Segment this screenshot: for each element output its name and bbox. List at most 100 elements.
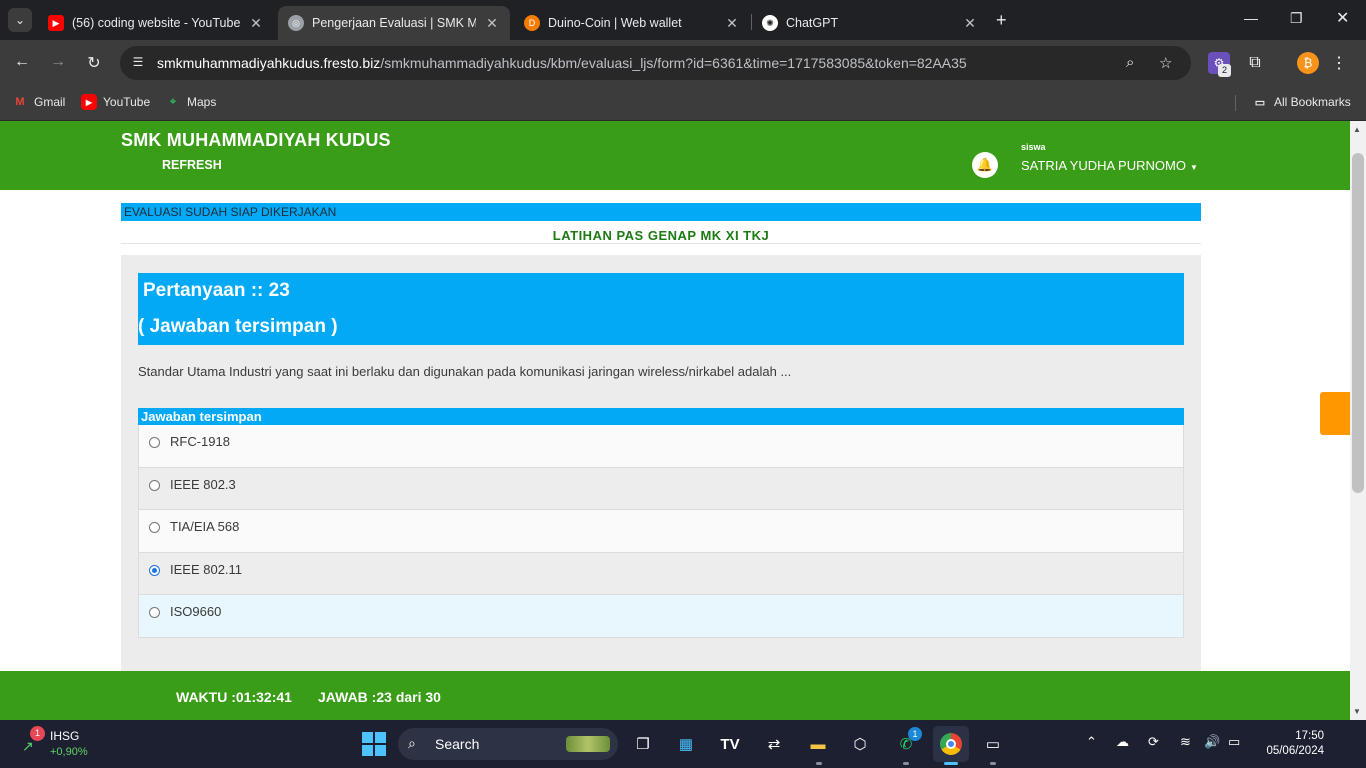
virtualbox-icon[interactable]: ⬡ (846, 730, 874, 758)
sync-icon[interactable]: ⟳ (1148, 734, 1159, 750)
status-banner: EVALUASI SUDAH SIAP DIKERJAKAN (121, 203, 1201, 221)
search-highlight-image (566, 736, 610, 752)
star-icon[interactable]: ☆ (1159, 54, 1172, 72)
site-info-icon[interactable]: ☰ (130, 55, 146, 71)
whatsapp-badge: 1 (908, 727, 922, 741)
bookmark-youtube[interactable]: ▶ YouTube (81, 94, 150, 110)
active-indicator (944, 762, 958, 765)
restore-icon[interactable]: ❐ (1290, 10, 1303, 27)
tab-youtube[interactable]: ▶ (56) coding website - YouTube ✕ (38, 6, 274, 40)
clock-time: 17:50 (1295, 730, 1324, 742)
chrome-icon[interactable] (933, 726, 969, 762)
radio-button[interactable] (149, 522, 160, 533)
wifi-icon[interactable]: ≋ (1180, 734, 1191, 750)
control-panel-icon[interactable]: ▦ (672, 730, 700, 758)
chevron-down-icon: ⌄ (14, 13, 26, 27)
refresh-link[interactable]: REFRESH (162, 158, 222, 172)
tab-duinocoin[interactable]: D Duino-Coin | Web wallet ✕ (514, 6, 750, 40)
radio-button[interactable] (149, 437, 160, 448)
extension-badge: 2 (1218, 64, 1231, 77)
option-ieee-802-3[interactable]: IEEE 802.3 (138, 467, 1184, 510)
scroll-up-icon[interactable]: ▲ (1353, 125, 1361, 134)
option-iso9660[interactable]: ISO9660 (138, 595, 1184, 638)
forward-icon[interactable]: → (48, 53, 68, 71)
network-app-icon[interactable]: ⇄ (760, 730, 788, 758)
side-float-button[interactable] (1320, 392, 1350, 435)
taskbar-search[interactable]: ⌕ Search (398, 728, 618, 760)
duinocoin-icon: D (524, 15, 540, 31)
bookmark-maps[interactable]: ⌖ Maps (165, 94, 216, 110)
terminal-icon[interactable]: ▭ (979, 730, 1007, 758)
bell-icon[interactable]: 🔔 (972, 152, 998, 178)
question-text: Standar Utama Industri yang saat ini ber… (138, 364, 792, 379)
stock-change: +0,90% (50, 746, 88, 758)
user-role: siswa (1021, 142, 1046, 152)
option-label: IEEE 802.3 (170, 476, 236, 492)
new-tab-icon[interactable]: + (996, 10, 1007, 31)
taskbar: ↗ 1 IHSG +0,90% ⌕ Search ❐ ▦ TV ⇄ ▬ ⬡ ✆ … (0, 720, 1366, 768)
file-explorer-icon[interactable]: ▬ (804, 730, 832, 758)
stock-badge: 1 (30, 726, 45, 741)
question-panel: Pertanyaan :: 23 ( Jawaban tersimpan ) S… (121, 255, 1201, 720)
option-ieee-802-11[interactable]: IEEE 802.11 (138, 552, 1184, 595)
scrollbar-thumb[interactable] (1352, 153, 1364, 493)
site-header: SMK MUHAMMADIYAH KUDUS REFRESH 🔔 siswa S… (0, 121, 1350, 190)
school-name[interactable]: SMK MUHAMMADIYAH KUDUS (121, 130, 391, 151)
tray-chevron-icon[interactable]: ⌃ (1086, 734, 1097, 750)
stock-chart-icon[interactable]: ↗ (22, 738, 34, 755)
reload-icon[interactable]: ↻ (84, 53, 104, 73)
radio-button[interactable] (149, 607, 160, 618)
youtube-icon: ▶ (81, 94, 97, 110)
option-rfc-1918[interactable]: RFC-1918 (138, 425, 1184, 468)
system-clock[interactable]: 17:50 05/06/2024 (1262, 729, 1324, 759)
zoom-icon[interactable]: ⌕ (1126, 54, 1134, 71)
tab-evaluasi[interactable]: ◎ Pengerjaan Evaluasi | SMK MUH ✕ (278, 6, 510, 40)
tradingview-icon[interactable]: TV (716, 730, 744, 758)
browser-toolbar: ← → ↻ ☰ smkmuhammadiyahkudus.fresto.biz/… (0, 40, 1366, 86)
answered-label: JAWAB : (318, 689, 377, 705)
tab-search-button[interactable]: ⌄ (8, 8, 32, 32)
divider (121, 243, 1201, 244)
user-menu[interactable]: SATRIA YUDHA PURNOMO ▼ (1021, 158, 1198, 173)
radio-button-selected[interactable] (149, 564, 160, 576)
all-bookmarks-label: All Bookmarks (1274, 95, 1351, 109)
stock-name[interactable]: IHSG (50, 729, 79, 743)
puzzle-icon[interactable]: ⧉ (1244, 52, 1266, 74)
scroll-down-icon[interactable]: ▼ (1353, 707, 1361, 716)
all-bookmarks[interactable]: ▭ All Bookmarks (1252, 94, 1351, 110)
option-label: IEEE 802.11 (170, 561, 243, 577)
status-footer: WAKTU :01:32:41 JAWAB :23 dari 30 (0, 671, 1350, 720)
youtube-icon: ▶ (48, 15, 64, 31)
bookmark-label: Gmail (34, 95, 66, 109)
task-view-icon[interactable]: ❐ (629, 730, 657, 758)
answered-count: JAWAB :23 dari 30 (318, 689, 441, 705)
close-icon[interactable]: ✕ (484, 15, 500, 32)
window-close-icon[interactable]: ✕ (1336, 8, 1349, 28)
onedrive-icon[interactable]: ☁ (1116, 734, 1129, 750)
windows-start-icon[interactable] (362, 732, 386, 756)
back-icon[interactable]: ← (12, 53, 32, 71)
answer-options: RFC-1918 IEEE 802.3 TIA/EIA 568 IEEE 802… (138, 425, 1184, 638)
close-icon[interactable]: ✕ (724, 15, 740, 32)
globe-icon: ◎ (288, 15, 304, 31)
battery-icon[interactable]: ▭ (1228, 734, 1240, 750)
question-status: ( Jawaban tersimpan ) (138, 316, 338, 337)
maps-icon: ⌖ (169, 95, 177, 108)
page-scrollbar[interactable]: ▲ ▼ (1350, 121, 1366, 720)
minimize-icon[interactable]: — (1244, 10, 1258, 26)
exam-title: LATIHAN PAS GENAP MK XI TKJ (552, 228, 770, 243)
bitcoin-icon[interactable]: ₿ (1297, 52, 1319, 74)
tab-chatgpt[interactable]: ✺ ChatGPT ✕ (752, 6, 988, 40)
search-icon: ⌕ (408, 735, 416, 751)
option-tia-eia-568[interactable]: TIA/EIA 568 (138, 510, 1184, 553)
close-icon[interactable]: ✕ (962, 15, 978, 32)
bookmark-gmail[interactable]: M Gmail (12, 94, 65, 110)
volume-icon[interactable]: 🔊 (1204, 734, 1220, 750)
close-icon[interactable]: ✕ (248, 15, 264, 32)
clock-date: 05/06/2024 (1266, 745, 1324, 757)
url-text[interactable]: smkmuhammadiyahkudus.fresto.biz/smkmuham… (157, 55, 967, 71)
address-bar[interactable]: ☰ smkmuhammadiyahkudus.fresto.biz/smkmuh… (120, 46, 1191, 80)
menu-kebab-icon[interactable]: ⋮ (1328, 52, 1350, 74)
bookmark-label: YouTube (103, 95, 151, 109)
radio-button[interactable] (149, 479, 160, 491)
